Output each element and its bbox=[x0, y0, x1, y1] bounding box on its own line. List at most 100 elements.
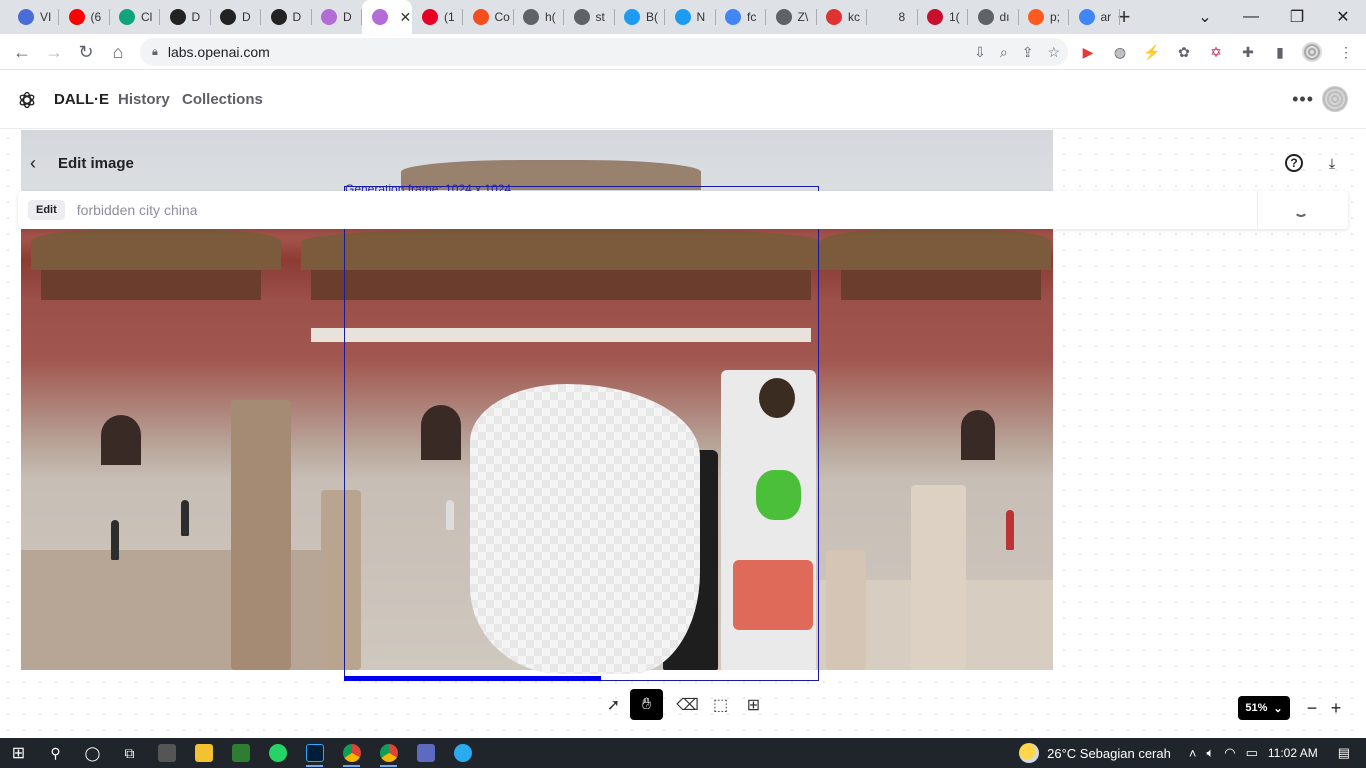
close-tab-icon[interactable]: ✕ bbox=[400, 9, 412, 26]
nav-collections[interactable]: Collections bbox=[182, 91, 263, 108]
tab-search-icon[interactable]: ⌄ bbox=[1182, 0, 1228, 34]
browser-tab[interactable]: B( bbox=[614, 0, 665, 34]
download-icon[interactable]: ⤓ bbox=[1319, 150, 1345, 176]
search-icon[interactable]: ⚲ bbox=[37, 738, 74, 768]
browser-tab[interactable]: Co bbox=[463, 0, 514, 34]
browser-tab[interactable]: h( bbox=[513, 0, 564, 34]
add-frame-tool-icon[interactable]: ⬚ bbox=[704, 689, 737, 720]
browser-tab[interactable]: kc bbox=[816, 0, 867, 34]
upload-image-tool-icon[interactable]: ⊞ bbox=[737, 689, 770, 720]
whatsapp-icon[interactable] bbox=[259, 738, 296, 768]
minimize-button[interactable]: — bbox=[1228, 0, 1274, 34]
telegram-icon[interactable] bbox=[444, 738, 481, 768]
tab-label: B( bbox=[646, 10, 658, 24]
browser-menu-icon[interactable]: ⋮ bbox=[1332, 38, 1360, 66]
extension-bolt-icon[interactable]: ⚡ bbox=[1138, 38, 1166, 66]
chevron-up-icon[interactable]: ˄ bbox=[1189, 746, 1197, 761]
cortana-icon[interactable]: ◯ bbox=[74, 738, 111, 768]
browser-tab[interactable]: D bbox=[160, 0, 211, 34]
browser-tab[interactable]: VI bbox=[8, 0, 59, 34]
tab-label: D bbox=[191, 10, 201, 24]
tab-label: Cl bbox=[141, 10, 153, 24]
help-button[interactable]: ? bbox=[1281, 150, 1307, 176]
prompt-input[interactable] bbox=[76, 202, 1237, 218]
browser-tab[interactable]: 8 bbox=[867, 0, 918, 34]
browser-tab[interactable]: p; bbox=[1018, 0, 1069, 34]
forward-icon[interactable]: → bbox=[38, 36, 70, 68]
browser-tab[interactable]: Cl bbox=[109, 0, 160, 34]
browser-tab[interactable]: ✕ bbox=[361, 0, 412, 34]
share-icon[interactable]: ⇪ bbox=[1022, 44, 1034, 61]
clock-time[interactable]: 11:02 AM bbox=[1268, 746, 1318, 760]
reload-icon[interactable]: ↻ bbox=[70, 36, 102, 68]
zoom-out-button[interactable]: − bbox=[1301, 696, 1323, 720]
back-button[interactable]: ‹ bbox=[20, 146, 46, 180]
browser-tab[interactable]: fc bbox=[715, 0, 766, 34]
user-avatar[interactable] bbox=[1322, 86, 1348, 112]
globe-icon bbox=[523, 9, 539, 25]
app-icon[interactable] bbox=[407, 738, 444, 768]
browser-toolbar: ← → ↻ ⌂ 🔒︎ labs.openai.com ⇩ ⌕ ⇪ ☆ ▶ ◍ ⚡… bbox=[0, 34, 1366, 70]
extensions-puzzle-icon[interactable]: ✚ bbox=[1234, 38, 1262, 66]
browser-tab[interactable]: D bbox=[210, 0, 261, 34]
back-icon[interactable]: ← bbox=[6, 36, 38, 68]
generation-frame[interactable] bbox=[344, 186, 819, 681]
windows-start-icon[interactable]: ⊞ bbox=[0, 738, 37, 768]
side-panel-icon[interactable]: ▮ bbox=[1266, 38, 1294, 66]
chrome-icon[interactable] bbox=[370, 738, 407, 768]
home-icon[interactable]: ⌂ bbox=[102, 36, 134, 68]
browser-tab[interactable]: (1 bbox=[412, 0, 463, 34]
dalle-icon bbox=[371, 9, 388, 25]
url-text: labs.openai.com bbox=[167, 44, 270, 60]
install-icon[interactable]: ⇩ bbox=[974, 44, 986, 61]
browser-tab[interactable]: st bbox=[564, 0, 615, 34]
openai-logo-icon[interactable] bbox=[17, 90, 37, 110]
extension-icon[interactable]: ▶ bbox=[1074, 38, 1102, 66]
profile-avatar[interactable] bbox=[1298, 38, 1326, 66]
openai-icon bbox=[220, 9, 236, 25]
notification-icon[interactable]: ▤ bbox=[1338, 745, 1350, 761]
browser-tab[interactable]: dı bbox=[968, 0, 1019, 34]
browser-tab[interactable]: (6 bbox=[59, 0, 110, 34]
extension-star-icon[interactable]: ✡ bbox=[1202, 38, 1230, 66]
app-icon[interactable] bbox=[222, 738, 259, 768]
volume-icon[interactable]: 🔈︎ bbox=[1206, 745, 1214, 761]
browser-tab[interactable]: D bbox=[261, 0, 312, 34]
zoom-level-dropdown[interactable]: 51% ⌄ bbox=[1238, 696, 1290, 720]
chrome-icon[interactable] bbox=[333, 738, 370, 768]
loading-spinner-icon bbox=[1294, 203, 1308, 217]
app-header: DALL·E History Collections ••• bbox=[0, 71, 1366, 129]
tab-label: ar bbox=[1100, 10, 1112, 24]
pan-hand-tool-icon[interactable]: ✋︎ bbox=[630, 689, 663, 720]
browser-tab[interactable]: Z\ bbox=[766, 0, 817, 34]
nav-history[interactable]: History bbox=[118, 91, 170, 108]
extension-openai-icon[interactable]: ✿ bbox=[1170, 38, 1198, 66]
twitter-icon bbox=[624, 9, 640, 25]
browser-tab[interactable]: D bbox=[311, 0, 362, 34]
brand-name[interactable]: DALL·E bbox=[54, 91, 109, 108]
browser-tab[interactable]: N bbox=[665, 0, 716, 34]
weather-text[interactable]: 26°C Sebagian cerah bbox=[1047, 746, 1171, 761]
photoshop-icon[interactable] bbox=[296, 738, 333, 768]
eraser-tool-icon[interactable]: ⌫ bbox=[671, 689, 704, 720]
browser-tab[interactable]: ar bbox=[1069, 0, 1120, 34]
bookmark-star-icon[interactable]: ☆ bbox=[1047, 44, 1060, 61]
wifi-icon[interactable]: ◠ bbox=[1224, 745, 1235, 761]
zoom-icon[interactable]: ⌕ bbox=[1000, 44, 1008, 61]
battery-icon[interactable]: ▭ bbox=[1246, 745, 1258, 761]
weather-icon[interactable] bbox=[1019, 743, 1040, 763]
select-tool-icon[interactable]: ➚ bbox=[597, 689, 630, 720]
file-explorer-icon[interactable] bbox=[185, 738, 222, 768]
more-options-icon[interactable]: ••• bbox=[1292, 89, 1314, 110]
pin-icon bbox=[927, 9, 943, 25]
edit-title: Edit image bbox=[58, 154, 134, 172]
zoom-in-button[interactable]: + bbox=[1325, 696, 1347, 720]
address-bar[interactable]: 🔒︎ labs.openai.com ⇩ ⌕ ⇪ ☆ bbox=[140, 38, 1068, 66]
task-view-icon[interactable]: ⧉ bbox=[111, 738, 148, 768]
restore-button[interactable]: ❐ bbox=[1274, 0, 1320, 34]
extension-globe-icon[interactable]: ◍ bbox=[1106, 38, 1134, 66]
app-icon[interactable] bbox=[148, 738, 185, 768]
tab-label: VI bbox=[40, 10, 52, 24]
close-window-button[interactable]: ✕ bbox=[1320, 0, 1366, 34]
browser-tab[interactable]: 1( bbox=[917, 0, 968, 34]
